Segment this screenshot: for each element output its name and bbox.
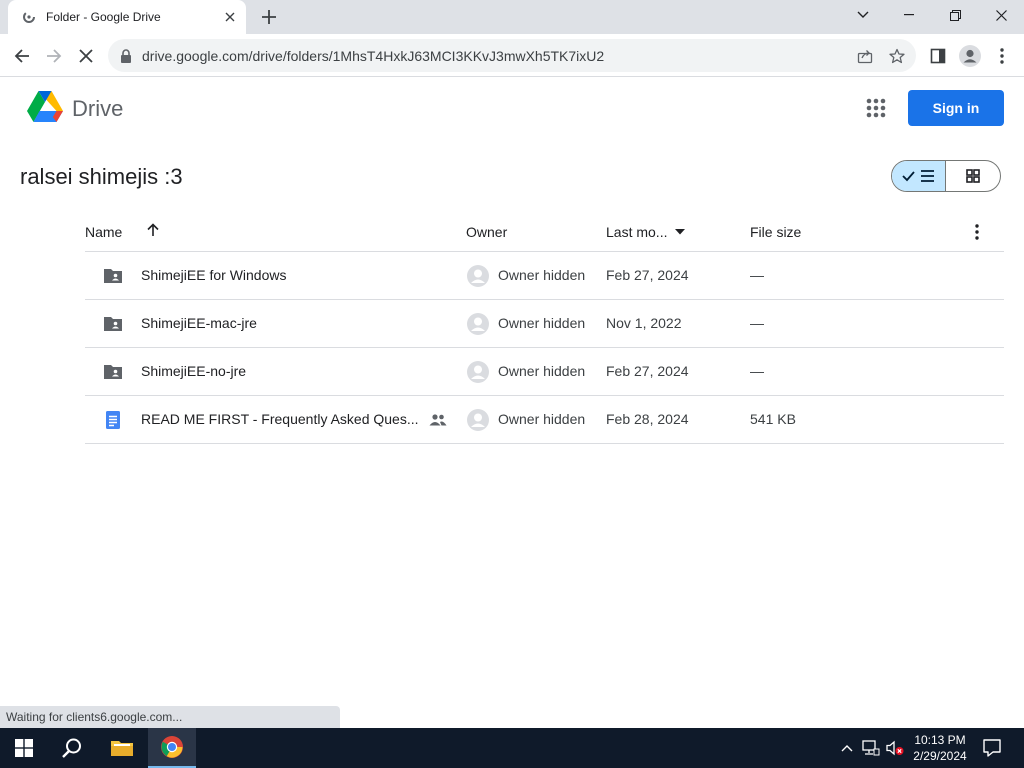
minimize-button[interactable] bbox=[886, 0, 932, 30]
owner-avatar-icon bbox=[466, 360, 490, 384]
sort-dropdown-icon bbox=[675, 229, 686, 235]
forward-button[interactable] bbox=[40, 42, 68, 70]
file-name[interactable]: ShimejiEE-no-jre bbox=[141, 363, 246, 379]
address-bar[interactable]: drive.google.com/drive/folders/1MhsT4Hxk… bbox=[108, 39, 916, 72]
back-button[interactable] bbox=[8, 42, 36, 70]
column-modified-header[interactable]: Last mo... bbox=[606, 224, 686, 240]
owner-avatar-icon bbox=[466, 408, 490, 432]
file-size: 541 KB bbox=[750, 411, 796, 427]
google-docs-icon bbox=[103, 410, 123, 430]
drive-wordmark[interactable]: Drive bbox=[72, 96, 123, 122]
restore-button[interactable] bbox=[932, 0, 978, 30]
drive-logo-icon[interactable] bbox=[26, 90, 64, 124]
windows-taskbar: 10:13 PM 2/29/2024 bbox=[0, 728, 1024, 768]
file-name[interactable]: ShimejiEE for Windows bbox=[141, 267, 287, 283]
stop-loading-button[interactable] bbox=[72, 42, 100, 70]
owner-name: Owner hidden bbox=[498, 267, 586, 283]
sign-in-button[interactable]: Sign in bbox=[908, 90, 1004, 126]
notifications-icon[interactable] bbox=[982, 738, 1002, 758]
tab-strip: Folder - Google Drive bbox=[0, 0, 1024, 34]
file-explorer-icon[interactable] bbox=[98, 728, 146, 768]
tab-close-icon[interactable] bbox=[220, 7, 240, 27]
list-view-button[interactable] bbox=[892, 161, 947, 191]
column-name-header[interactable]: Name bbox=[85, 224, 122, 240]
file-name[interactable]: READ ME FIRST - Frequently Asked Ques... bbox=[141, 411, 419, 427]
last-modified: Nov 1, 2022 bbox=[606, 315, 682, 331]
owner-avatar-icon bbox=[466, 312, 490, 336]
column-size-header[interactable]: File size bbox=[750, 224, 801, 240]
search-icon[interactable] bbox=[48, 728, 96, 768]
close-window-button[interactable] bbox=[978, 0, 1024, 30]
last-modified: Feb 28, 2024 bbox=[606, 411, 689, 427]
profile-avatar-icon[interactable] bbox=[958, 44, 982, 68]
loading-favicon-icon bbox=[22, 10, 36, 24]
last-modified: Feb 27, 2024 bbox=[606, 267, 689, 283]
owner-name: Owner hidden bbox=[498, 363, 586, 379]
browser-tab[interactable]: Folder - Google Drive bbox=[8, 0, 246, 34]
tab-title: Folder - Google Drive bbox=[46, 10, 161, 24]
file-list-table: Name Owner Last mo... File size ShimejiE… bbox=[85, 212, 1004, 444]
windows-start-icon[interactable] bbox=[0, 728, 48, 768]
sort-ascending-arrow-icon[interactable] bbox=[145, 222, 161, 238]
folder-title: ralsei shimejis :3 bbox=[20, 164, 183, 189]
shared-people-icon bbox=[429, 412, 447, 428]
table-row[interactable]: ShimejiEE-mac-jre Owner hidden Nov 1, 20… bbox=[85, 300, 1004, 348]
table-row[interactable]: ShimejiEE for Windows Owner hidden Feb 2… bbox=[85, 252, 1004, 300]
network-icon[interactable] bbox=[862, 740, 880, 756]
url-text[interactable]: drive.google.com/drive/folders/1MhsT4Hxk… bbox=[142, 48, 604, 64]
table-header: Name Owner Last mo... File size bbox=[85, 212, 1004, 252]
system-clock[interactable]: 10:13 PM 2/29/2024 bbox=[908, 732, 972, 764]
side-panel-icon[interactable] bbox=[926, 44, 950, 68]
drive-header: Drive Sign in bbox=[0, 78, 1024, 142]
google-apps-icon[interactable] bbox=[862, 94, 890, 122]
grid-view-button[interactable] bbox=[946, 161, 1000, 191]
view-toggle bbox=[891, 160, 1001, 192]
chrome-menu-icon[interactable] bbox=[990, 44, 1014, 68]
volume-muted-icon[interactable] bbox=[886, 740, 904, 756]
bookmark-star-icon[interactable] bbox=[888, 47, 906, 65]
new-tab-button[interactable] bbox=[258, 6, 280, 28]
column-owner-header[interactable]: Owner bbox=[466, 224, 507, 240]
chrome-taskbar-icon[interactable] bbox=[148, 728, 196, 768]
clock-date: 2/29/2024 bbox=[913, 749, 967, 763]
file-name[interactable]: ShimejiEE-mac-jre bbox=[141, 315, 257, 331]
file-size: — bbox=[750, 267, 764, 283]
column-modified-label: Last mo... bbox=[606, 224, 668, 240]
shared-folder-icon bbox=[103, 362, 123, 382]
tab-search-chevron-down-icon[interactable] bbox=[840, 0, 886, 30]
show-hidden-icons-chevron-up-icon[interactable] bbox=[838, 740, 856, 756]
owner-avatar-icon bbox=[466, 264, 490, 288]
owner-name: Owner hidden bbox=[498, 411, 586, 427]
table-row[interactable]: READ ME FIRST - Frequently Asked Ques...… bbox=[85, 396, 1004, 444]
last-modified: Feb 27, 2024 bbox=[606, 363, 689, 379]
file-size: — bbox=[750, 315, 764, 331]
more-options-icon[interactable] bbox=[969, 222, 985, 242]
file-size: — bbox=[750, 363, 764, 379]
browser-toolbar: drive.google.com/drive/folders/1MhsT4Hxk… bbox=[0, 34, 1024, 77]
browser-status-bar: Waiting for clients6.google.com... bbox=[0, 706, 340, 728]
owner-name: Owner hidden bbox=[498, 315, 586, 331]
clock-time: 10:13 PM bbox=[914, 733, 966, 747]
lock-icon[interactable] bbox=[120, 48, 134, 63]
table-row[interactable]: ShimejiEE-no-jre Owner hidden Feb 27, 20… bbox=[85, 348, 1004, 396]
shared-folder-icon bbox=[103, 314, 123, 334]
share-icon[interactable] bbox=[856, 47, 874, 65]
shared-folder-icon bbox=[103, 266, 123, 286]
